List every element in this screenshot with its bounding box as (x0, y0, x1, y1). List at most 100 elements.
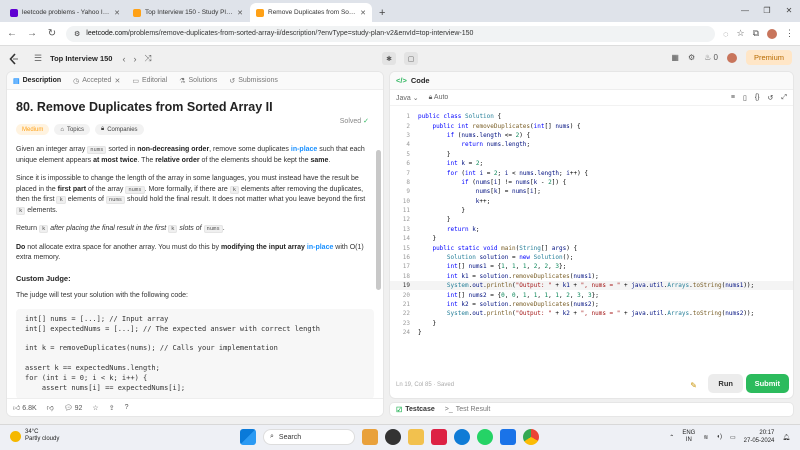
clock[interactable]: 20:17 27-05-2024 (744, 429, 775, 445)
close-tab-icon[interactable]: ✕ (114, 77, 120, 85)
debug-icon[interactable]: ✱ (382, 52, 396, 65)
in-place-link[interactable]: in-place (291, 146, 317, 153)
list-icon[interactable]: ☰ (34, 53, 42, 64)
address-bar[interactable]: ⚙ leetcode.com/problems/remove-duplicate… (66, 25, 716, 42)
code-line[interactable]: 9 nums[k] = nums[i]; (390, 187, 793, 196)
weather-widget[interactable]: 34°C Partly cloudy (10, 429, 59, 443)
browser-tab-yahoo[interactable]: leetcode problems - Yahoo Indi ✕ (4, 3, 126, 22)
store-icon[interactable] (500, 429, 516, 445)
code-line[interactable]: 11 } (390, 206, 793, 215)
run-button[interactable]: Run (708, 374, 743, 393)
code-line[interactable]: 3 if (nums.length <= 2) { (390, 131, 793, 140)
code-line[interactable]: 2 public int removeDuplicates(int[] nums… (390, 121, 793, 130)
whatsapp-icon[interactable] (477, 429, 493, 445)
code-line[interactable]: 15 public static void main(String[] args… (390, 243, 793, 252)
tab-accepted[interactable]: ◷ Accepted ✕ (73, 77, 120, 85)
shuffle-icon[interactable]: ⤨ (144, 53, 151, 64)
like-button[interactable]: 👍︎ 6.8K (13, 403, 37, 412)
taskbar-search[interactable]: ⌕ Search (263, 429, 355, 445)
layout-icon[interactable]: ▦ (671, 53, 679, 62)
code-line[interactable]: 8 if (nums[i] != nums[k - 2]) { (390, 178, 793, 187)
code-line[interactable]: 21 int k2 = solution.removeDuplicates(nu… (390, 300, 793, 309)
in-place-link[interactable]: in-place (307, 244, 333, 251)
streak-fire-icon[interactable]: ♨ 0 (704, 53, 718, 62)
comments-button[interactable]: 💬︎ 92 (64, 404, 83, 412)
submit-button[interactable]: Submit (745, 374, 789, 393)
windows-start-icon[interactable] (240, 429, 256, 445)
bookmark-icon[interactable]: ▯ (743, 94, 747, 102)
extensions-icon[interactable]: ⧉ (753, 28, 759, 39)
close-tab-icon[interactable]: ✕ (237, 9, 243, 17)
prev-problem-icon[interactable]: ‹ (122, 54, 125, 64)
close-tab-icon[interactable]: ✕ (360, 9, 366, 17)
language-select[interactable]: Java ⌄ (396, 94, 419, 102)
code-line[interactable]: 6 int k = 2; (390, 159, 793, 168)
auto-toggle[interactable]: 🔒︎ Auto (429, 94, 449, 102)
panel-divider[interactable] (385, 71, 388, 417)
reload-icon[interactable]: ↻ (46, 28, 58, 39)
code-line[interactable]: 23 } (390, 319, 793, 328)
tab-test-result[interactable]: >_ Test Result (445, 406, 491, 413)
code-line[interactable]: 17 int[] nums1 = {1, 1, 1, 2, 2, 3}; (390, 262, 793, 271)
tab-editorial[interactable]: ▭ Editorial (132, 77, 167, 85)
profile-avatar[interactable] (767, 28, 777, 39)
folder-icon[interactable] (408, 429, 424, 445)
tab-description[interactable]: ▤ Description (13, 77, 61, 85)
code-line[interactable]: 14 } (390, 234, 793, 243)
code-line[interactable]: 18 int k1 = solution.removeDuplicates(nu… (390, 272, 793, 281)
maximize-icon[interactable]: ❐ (756, 0, 778, 20)
code-editor[interactable]: 1 public class Solution {2 public int rem… (390, 106, 793, 376)
code-line[interactable]: 16 Solution solution = new Solution(); (390, 253, 793, 262)
format-icon[interactable]: ≡ (731, 94, 735, 102)
help-icon[interactable]: ? (125, 404, 129, 411)
topics-button[interactable]: ⌂ Topics (54, 124, 90, 135)
code-line[interactable]: 24} (390, 328, 793, 337)
file-explorer-icon[interactable] (362, 429, 378, 445)
edge-icon[interactable] (454, 429, 470, 445)
code-line[interactable]: 12 } (390, 215, 793, 224)
browser-tab-study-plan[interactable]: Top Interview 150 - Study Plan ✕ (127, 3, 249, 22)
notifications-icon[interactable]: 🔔︎ (782, 434, 790, 441)
code-line[interactable]: 4 return nums.length; (390, 140, 793, 149)
minimize-icon[interactable]: — (734, 0, 756, 20)
tab-testcase[interactable]: ☑ Testcase (396, 406, 435, 414)
code-line[interactable]: 7 for (int i = 2; i < nums.length; i++) … (390, 168, 793, 177)
notes-icon[interactable]: ✎ (690, 381, 697, 390)
premium-button[interactable]: Premium (745, 50, 792, 65)
star-icon[interactable]: ☆ (92, 404, 98, 412)
code-line[interactable]: 13 return k; (390, 225, 793, 234)
media-player-icon[interactable] (431, 429, 447, 445)
description-scrollbar[interactable] (376, 150, 381, 290)
site-info-icon[interactable]: ⚙ (74, 30, 80, 38)
wifi-icon[interactable]: ≋ (703, 434, 708, 441)
dislike-icon[interactable]: 👎︎ (47, 403, 54, 412)
close-window-icon[interactable]: ✕ (778, 0, 800, 20)
share-icon[interactable]: ⇪ (109, 404, 115, 412)
close-tab-icon[interactable]: ✕ (114, 9, 120, 17)
code-line[interactable]: 5 } (390, 150, 793, 159)
language-indicator[interactable]: ENG IN (682, 430, 695, 444)
next-problem-icon[interactable]: › (133, 54, 136, 64)
tab-submissions[interactable]: ↺ Submissions (229, 77, 278, 85)
back-icon[interactable]: ← (6, 28, 18, 39)
code-line[interactable]: 19 System.out.println("Output: " + k1 + … (390, 281, 793, 291)
new-tab-button[interactable]: + (379, 7, 385, 19)
tray-chevron-icon[interactable]: ⌃ (669, 434, 674, 441)
chrome-icon[interactable] (523, 429, 539, 445)
forward-icon[interactable]: → (26, 28, 38, 39)
code-line[interactable]: 1 public class Solution { (390, 112, 793, 121)
notes-icon[interactable]: ▢ (404, 52, 418, 65)
tab-solutions[interactable]: ⚗ Solutions (179, 77, 217, 85)
volume-icon[interactable]: ◖) (716, 434, 722, 440)
settings-gear-icon[interactable]: ⚙ (688, 53, 695, 62)
bookmark-star-icon[interactable]: ☆ (736, 28, 744, 39)
problem-list-name[interactable]: Top Interview 150 (50, 54, 112, 63)
companies-button[interactable]: 🔒︎ Companies (94, 124, 144, 135)
browser-tab-remove-duplicates[interactable]: Remove Duplicates from Sorte ✕ (250, 3, 372, 22)
leetcode-logo-icon[interactable] (8, 52, 20, 65)
code-line[interactable]: 10 k++; (390, 197, 793, 206)
code-line[interactable]: 22 System.out.println("Output: " + k2 + … (390, 309, 793, 318)
battery-icon[interactable]: ▭ (730, 434, 736, 441)
braces-icon[interactable]: {} (755, 94, 760, 102)
menu-dots-icon[interactable]: ⋮ (785, 28, 794, 39)
